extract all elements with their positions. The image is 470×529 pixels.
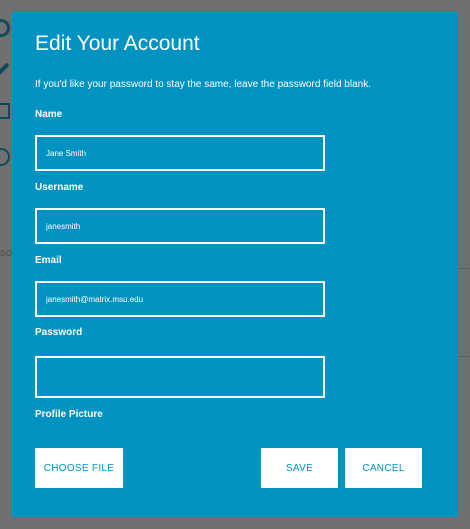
profile-picture-label: Profile Picture: [35, 409, 103, 420]
cancel-button[interactable]: CANCEL: [345, 448, 422, 488]
choose-file-button[interactable]: CHOOSE FILE: [35, 448, 123, 488]
target-icon: [0, 19, 10, 37]
name-label: Name: [35, 109, 63, 120]
name-field[interactable]: [35, 135, 325, 171]
circle-icon: [0, 148, 10, 166]
username-field[interactable]: [35, 208, 325, 244]
email-label: Email: [35, 255, 62, 266]
username-label: Username: [35, 182, 84, 193]
edit-account-modal: Edit Your Account If you'd like your pas…: [12, 12, 458, 517]
password-label: Password: [35, 327, 83, 338]
square-icon: [0, 103, 10, 119]
modal-title: Edit Your Account: [35, 32, 200, 55]
modal-description: If you'd like your password to stay the …: [35, 79, 371, 90]
background-sidebar: [0, 0, 12, 529]
pencil-icon: [0, 62, 10, 76]
password-field[interactable]: [35, 356, 325, 398]
email-field[interactable]: [35, 281, 325, 317]
save-button[interactable]: SAVE: [261, 448, 338, 488]
